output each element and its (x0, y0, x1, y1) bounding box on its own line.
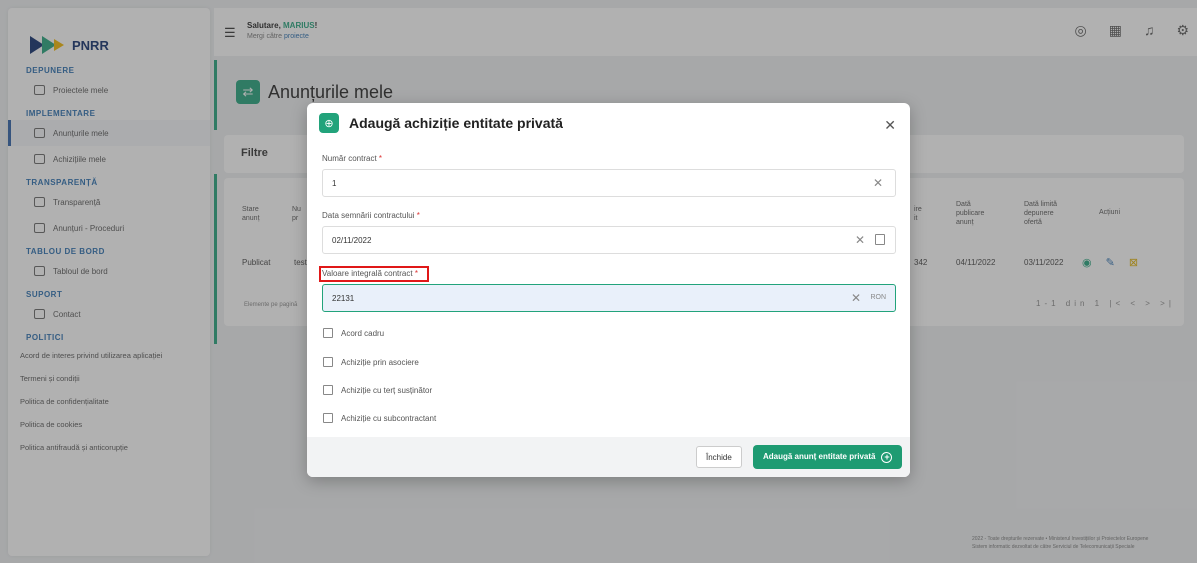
close-icon[interactable]: ✕ (884, 117, 896, 134)
sign-date-value: 02/11/2022 (332, 236, 372, 245)
checkbox[interactable] (323, 328, 333, 338)
checkbox-subcontractant[interactable]: Achiziție cu subcontractant (323, 413, 436, 423)
clear-icon[interactable]: ✕ (873, 176, 883, 190)
checkbox-label: Achiziție cu subcontractant (341, 413, 437, 423)
add-acquisition-modal: ⊕ Adaugă achiziție entitate privată ✕ Nu… (307, 103, 910, 477)
checkbox-tert-sustinator[interactable]: Achiziție cu terț susținător (323, 385, 432, 395)
add-document-icon: ⊕ (319, 113, 339, 133)
plus-circle-icon: + (881, 451, 893, 463)
checkbox[interactable] (323, 385, 333, 395)
clear-icon[interactable]: ✕ (851, 291, 861, 305)
checkbox-label: Acord cadru (341, 328, 385, 338)
contract-number-value: 1 (332, 179, 337, 188)
clear-icon[interactable]: ✕ (855, 233, 865, 247)
checkbox-label: Achiziție prin asociere (341, 357, 419, 367)
sign-date-label: Data semnării contractului * (322, 211, 420, 220)
checkbox-label: Achiziție cu terț susținător (341, 385, 433, 395)
checkbox[interactable] (323, 357, 333, 367)
contract-value-input[interactable]: 22131 (332, 294, 354, 303)
add-announcement-button[interactable]: Adaugă anunț entitate privată + (753, 445, 903, 469)
contract-value-label: Valoare integrală contract * (322, 269, 418, 278)
checkbox-acord-cadru[interactable]: Acord cadru (323, 328, 384, 338)
checkbox-asociere[interactable]: Achiziție prin asociere (323, 357, 419, 367)
close-button[interactable]: Închide (696, 446, 742, 468)
checkbox[interactable] (323, 413, 333, 423)
add-button-label: Adaugă anunț entitate privată (763, 452, 876, 461)
modal-title: Adaugă achiziție entitate privată (349, 115, 563, 131)
currency-label: RON (870, 294, 886, 301)
sign-date-field[interactable]: 02/11/2022 ✕ (322, 226, 896, 254)
modal-footer: Închide Adaugă anunț entitate privată + (307, 437, 910, 477)
contract-value-field[interactable]: 22131 ✕ RON (322, 284, 896, 312)
contract-number-field[interactable]: 1 ✕ (322, 169, 896, 197)
calendar-icon[interactable] (875, 234, 885, 245)
contract-number-label: Număr contract * (322, 154, 383, 163)
